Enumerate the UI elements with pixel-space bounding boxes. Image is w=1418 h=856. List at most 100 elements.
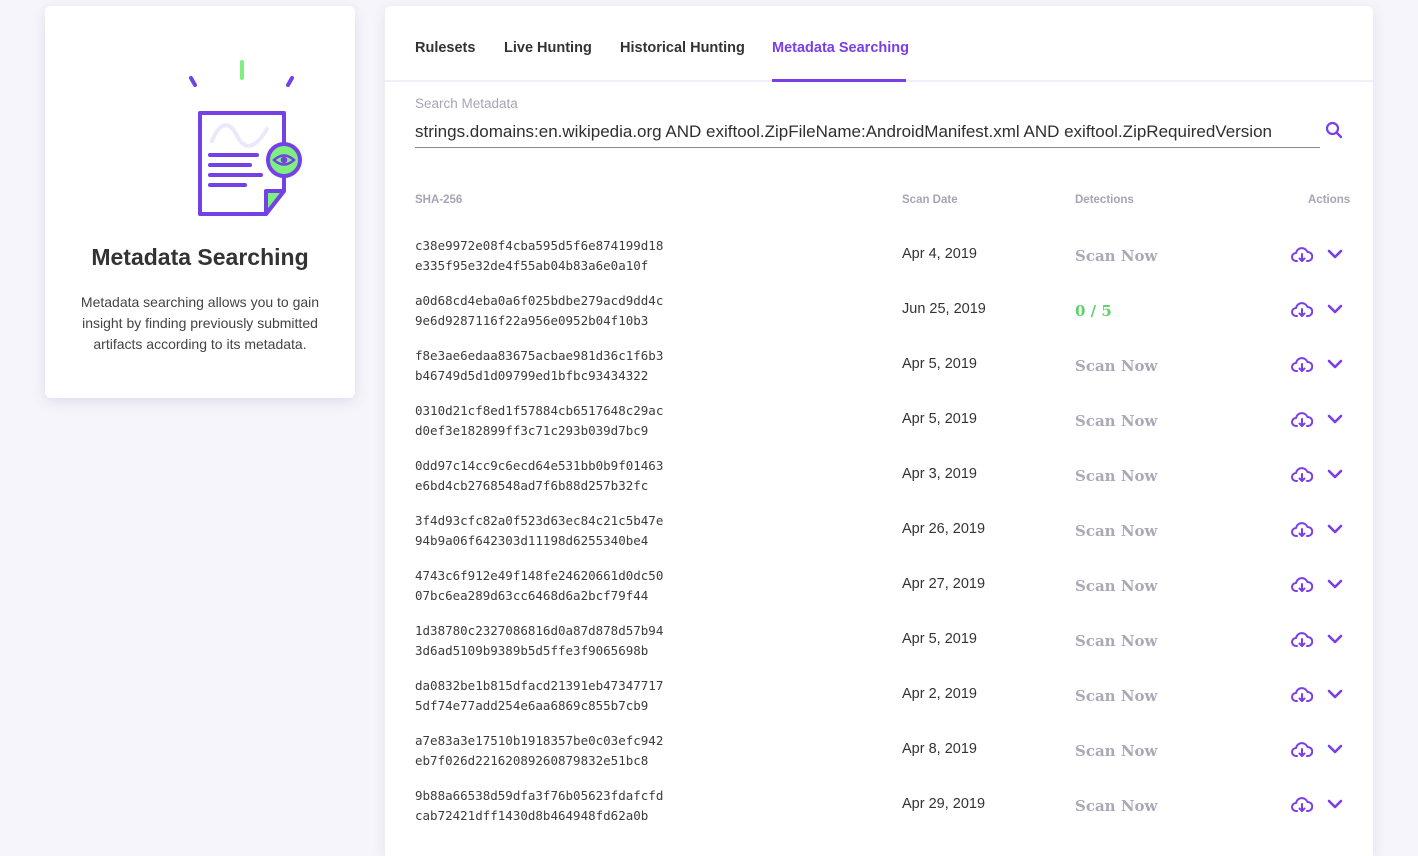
sha256-hash: 0dd97c14cc9c6ecd64e531bb0b9f01463 e6bd4c… [415,456,663,496]
table-row[interactable]: 4743c6f912e49f148fe24620661d0dc50 07bc6e… [385,566,1373,621]
sha256-line-2: 3d6ad5109b9389b5d5ffe3f9065698b [415,643,649,658]
sha256-line-1: 3f4d93cfc82a0f523d63ec84c21c5b47e [415,513,664,528]
sha256-line-1: da0832be1b815dfacd21391eb47347717 [415,678,664,693]
sha256-line-1: 4743c6f912e49f148fe24620661d0dc50 [415,568,664,583]
chevron-down-icon[interactable] [1327,248,1343,260]
info-card-description: Metadata searching allows you to gain in… [80,294,320,352]
cloud-download-icon[interactable] [1291,520,1313,540]
scan-date: Apr 26, 2019 [902,521,986,537]
scan-now-button[interactable]: Scan Now [1075,467,1157,485]
table-row[interactable]: c38e9972e08f4cba595d5f6e874199d18 e335f9… [385,236,1373,291]
chevron-down-icon[interactable] [1327,358,1343,370]
sha256-line-1: a7e83a3e17510b1918357be0c03efc942 [415,733,664,748]
scan-now-button[interactable]: Scan Now [1075,247,1157,265]
sha256-hash: c38e9972e08f4cba595d5f6e874199d18 e335f9… [415,236,663,276]
cloud-download-icon[interactable] [1291,465,1313,485]
sha256-line-1: 0310d21cf8ed1f57884cb6517648c29ac [415,403,664,418]
column-header-detections: Detections [1075,194,1134,206]
sha256-line-2: 07bc6ea289d63cc6468d6a2bcf79f44 [415,588,649,603]
scan-date: Apr 8, 2019 [902,741,977,757]
table-row[interactable]: a0d68cd4eba0a6f025bdbe279acd9dd4c 9e6d92… [385,291,1373,346]
search-icon[interactable] [1324,120,1344,140]
sha256-line-2: d0ef3e182899ff3c71c293b039d7bc9 [415,423,649,438]
sha256-line-1: 0dd97c14cc9c6ecd64e531bb0b9f01463 [415,458,664,473]
table-row[interactable]: 0dd97c14cc9c6ecd64e531bb0b9f01463 e6bd4c… [385,456,1373,511]
sha256-hash: 4743c6f912e49f148fe24620661d0dc50 07bc6e… [415,566,663,606]
column-header-sha256: SHA-256 [415,194,463,206]
tab-bar: Rulesets Live Hunting Historical Hunting… [385,6,1373,82]
chevron-down-icon[interactable] [1327,578,1343,590]
sha256-line-2: 94b9a06f642303d11198d6255340be4 [415,533,649,548]
table-row[interactable]: 9b88a66538d59dfa3f76b05623fdafcfd cab724… [385,786,1373,841]
scan-date: Apr 5, 2019 [902,356,977,372]
sha256-hash: 3f4d93cfc82a0f523d63ec84c21c5b47e 94b9a0… [415,511,663,551]
sha256-line-2: 5df74e77add254e6aa6869c855b7cb9 [415,698,649,713]
scan-now-button[interactable]: Scan Now [1075,687,1157,705]
table-row[interactable]: f8e3ae6edaa83675acbae981d36c1f6b3 b46749… [385,346,1373,401]
table-row[interactable]: da0832be1b815dfacd21391eb47347717 5df74e… [385,676,1373,731]
sha256-line-2: e335f95e32de4f55ab04b83a6e0a10f [415,258,649,273]
table-row[interactable]: 3f4d93cfc82a0f523d63ec84c21c5b47e 94b9a0… [385,511,1373,566]
scan-date: Apr 5, 2019 [902,411,977,427]
sha256-line-2: b46749d5d1d09799ed1bfbc93434322 [415,368,649,383]
column-header-actions: Actions [1308,194,1351,206]
detection-score: 0 / 5 [1075,302,1112,320]
scan-now-button[interactable]: Scan Now [1075,742,1157,760]
sha256-line-1: a0d68cd4eba0a6f025bdbe279acd9dd4c [415,293,664,308]
search-label: Search Metadata [415,96,518,111]
sha256-hash: 9b88a66538d59dfa3f76b05623fdafcfd cab724… [415,786,663,826]
cloud-download-icon[interactable] [1291,795,1313,815]
scan-now-button[interactable]: Scan Now [1075,522,1157,540]
chevron-down-icon[interactable] [1327,468,1343,480]
cloud-download-icon[interactable] [1291,630,1313,650]
cloud-download-icon[interactable] [1291,300,1313,320]
chevron-down-icon[interactable] [1327,413,1343,425]
chevron-down-icon[interactable] [1327,688,1343,700]
document-eye-icon [189,60,302,216]
cloud-download-icon[interactable] [1291,740,1313,760]
scan-date: Apr 2, 2019 [902,686,977,702]
sha256-hash: da0832be1b815dfacd21391eb47347717 5df74e… [415,676,663,716]
chevron-down-icon[interactable] [1327,798,1343,810]
cloud-download-icon[interactable] [1291,245,1313,265]
cloud-download-icon[interactable] [1291,410,1313,430]
table-row[interactable]: 1d38780c2327086816d0a87d878d57b94 3d6ad5… [385,621,1373,676]
sha256-line-1: c38e9972e08f4cba595d5f6e874199d18 [415,238,664,253]
sha256-line-1: f8e3ae6edaa83675acbae981d36c1f6b3 [415,348,664,363]
sha256-hash: a7e83a3e17510b1918357be0c03efc942 eb7f02… [415,731,663,771]
cloud-download-icon[interactable] [1291,685,1313,705]
scan-date: Apr 5, 2019 [902,631,977,647]
scan-now-button[interactable]: Scan Now [1075,632,1157,650]
active-tab-indicator [772,79,906,82]
chevron-down-icon[interactable] [1327,303,1343,315]
sha256-line-2: cab72421dff1430d8b464948fd62a0b [415,808,649,823]
sha256-hash: 1d38780c2327086816d0a87d878d57b94 3d6ad5… [415,621,663,661]
chevron-down-icon[interactable] [1327,633,1343,645]
sha256-line-2: eb7f026d22162089260879832e51bc8 [415,753,649,768]
chevron-down-icon[interactable] [1327,523,1343,535]
sha256-line-2: e6bd4cb2768548ad7f6b88d257b32fc [415,478,649,493]
scan-now-button[interactable]: Scan Now [1075,797,1157,815]
tab-historical-hunting[interactable]: Historical Hunting [620,40,745,56]
scan-now-button[interactable]: Scan Now [1075,412,1157,430]
table-row[interactable]: a7e83a3e17510b1918357be0c03efc942 eb7f02… [385,731,1373,786]
table-row[interactable]: 0310d21cf8ed1f57884cb6517648c29ac d0ef3e… [385,401,1373,456]
info-card: Metadata Searching Metadata searching al… [45,6,355,398]
scan-now-button[interactable]: Scan Now [1075,577,1157,595]
cloud-download-icon[interactable] [1291,575,1313,595]
sha256-hash: f8e3ae6edaa83675acbae981d36c1f6b3 b46749… [415,346,663,386]
tab-live-hunting[interactable]: Live Hunting [504,40,592,56]
sha256-hash: 0310d21cf8ed1f57884cb6517648c29ac d0ef3e… [415,401,663,441]
scan-date: Apr 4, 2019 [902,246,977,262]
tab-metadata-searching[interactable]: Metadata Searching [772,40,909,56]
scan-date: Apr 27, 2019 [902,576,986,592]
search-input[interactable] [415,116,1320,148]
scan-now-button[interactable]: Scan Now [1075,357,1157,375]
chevron-down-icon[interactable] [1327,743,1343,755]
cloud-download-icon[interactable] [1291,355,1313,375]
scan-date: Apr 29, 2019 [902,796,986,812]
scan-date: Apr 3, 2019 [902,466,977,482]
tab-rulesets[interactable]: Rulesets [415,40,475,56]
sha256-line-2: 9e6d9287116f22a956e0952b04f10b3 [415,313,649,328]
scan-date: Jun 25, 2019 [902,301,986,317]
